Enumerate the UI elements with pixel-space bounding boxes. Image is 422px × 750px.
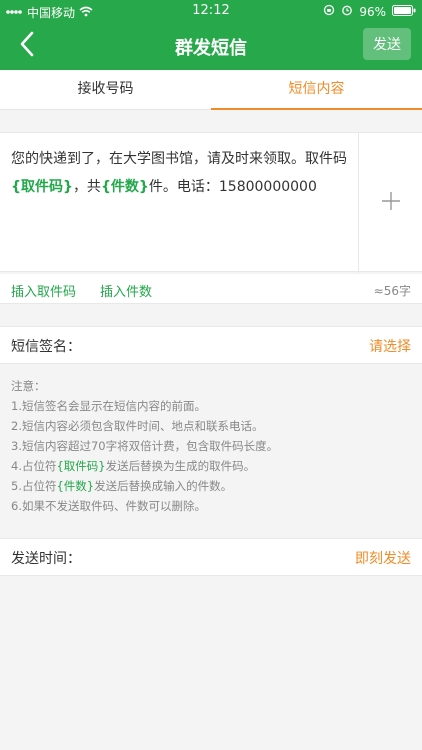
send-time-select[interactable]: 即刻发送 [355, 548, 411, 568]
char-count: ≈56字 [373, 284, 411, 298]
send-time-label: 发送时间： [11, 551, 81, 567]
notes-section: 注意： 1.短信签名会显示在短信内容的前面。 2.短信内容必须包含取件时间、地点… [11, 376, 411, 516]
insert-item-count-link[interactable]: 插入件数 [100, 281, 152, 300]
message-textarea[interactable]: 您的快递到了，在大学图书馆，请及时来领取。取件码{取件码}，共{件数}件。电话：… [11, 145, 351, 201]
notes-title: 注意： [11, 379, 46, 393]
placeholder-pickup-code: {取件码} [11, 179, 73, 195]
note-item: 1.短信签名会显示在短信内容的前面。 [11, 399, 206, 413]
send-button[interactable]: 发送 [363, 28, 411, 60]
note-item: 6.如果不发送取件码、件数可以删除。 [11, 499, 206, 513]
note-item: 5.占位符{件数}发送后替换成输入的件数。 [11, 479, 233, 493]
note-item: 2.短信内容必须包含取件时间、地点和联系电话。 [11, 419, 264, 433]
alarm-icon [341, 4, 353, 19]
message-editor: 您的快递到了，在大学图书馆，请及时来领取。取件码{取件码}，共{件数}件。电话：… [0, 132, 422, 273]
battery-percent: 96% [359, 4, 386, 19]
tab-bar: 接收号码 短信内容 [0, 70, 422, 110]
signature-select[interactable]: 请选择 [369, 336, 411, 356]
insert-pickup-code-link[interactable]: 插入取件码 [11, 281, 76, 300]
signature-label: 短信签名： [11, 339, 81, 355]
note-item: 3.短信内容超过70字将双倍计费，包含取件码长度。 [11, 439, 279, 453]
battery-icon [392, 4, 416, 19]
note-item: 4.占位符{取件码}发送后替换为生成的取件码。 [11, 459, 256, 473]
plus-icon [381, 191, 401, 215]
insert-toolbar: 插入取件码 插入件数 ≈56字 [0, 274, 422, 304]
tab-message-content[interactable]: 短信内容 [211, 70, 422, 110]
placeholder-item-count: {件数} [100, 179, 149, 195]
rotation-lock-icon [323, 4, 335, 19]
top-bar: 中国移动 12:12 96% 群发短信 发送 [0, 0, 422, 70]
page-title: 群发短信 [175, 38, 247, 59]
tab-recipients[interactable]: 接收号码 [0, 70, 211, 109]
signature-row[interactable]: 短信签名： 请选择 [0, 326, 422, 364]
add-button[interactable] [358, 133, 422, 273]
status-bar: 中国移动 12:12 96% [0, 0, 422, 22]
send-time-row[interactable]: 发送时间： 即刻发送 [0, 538, 422, 576]
nav-bar: 群发短信 发送 [0, 22, 422, 70]
